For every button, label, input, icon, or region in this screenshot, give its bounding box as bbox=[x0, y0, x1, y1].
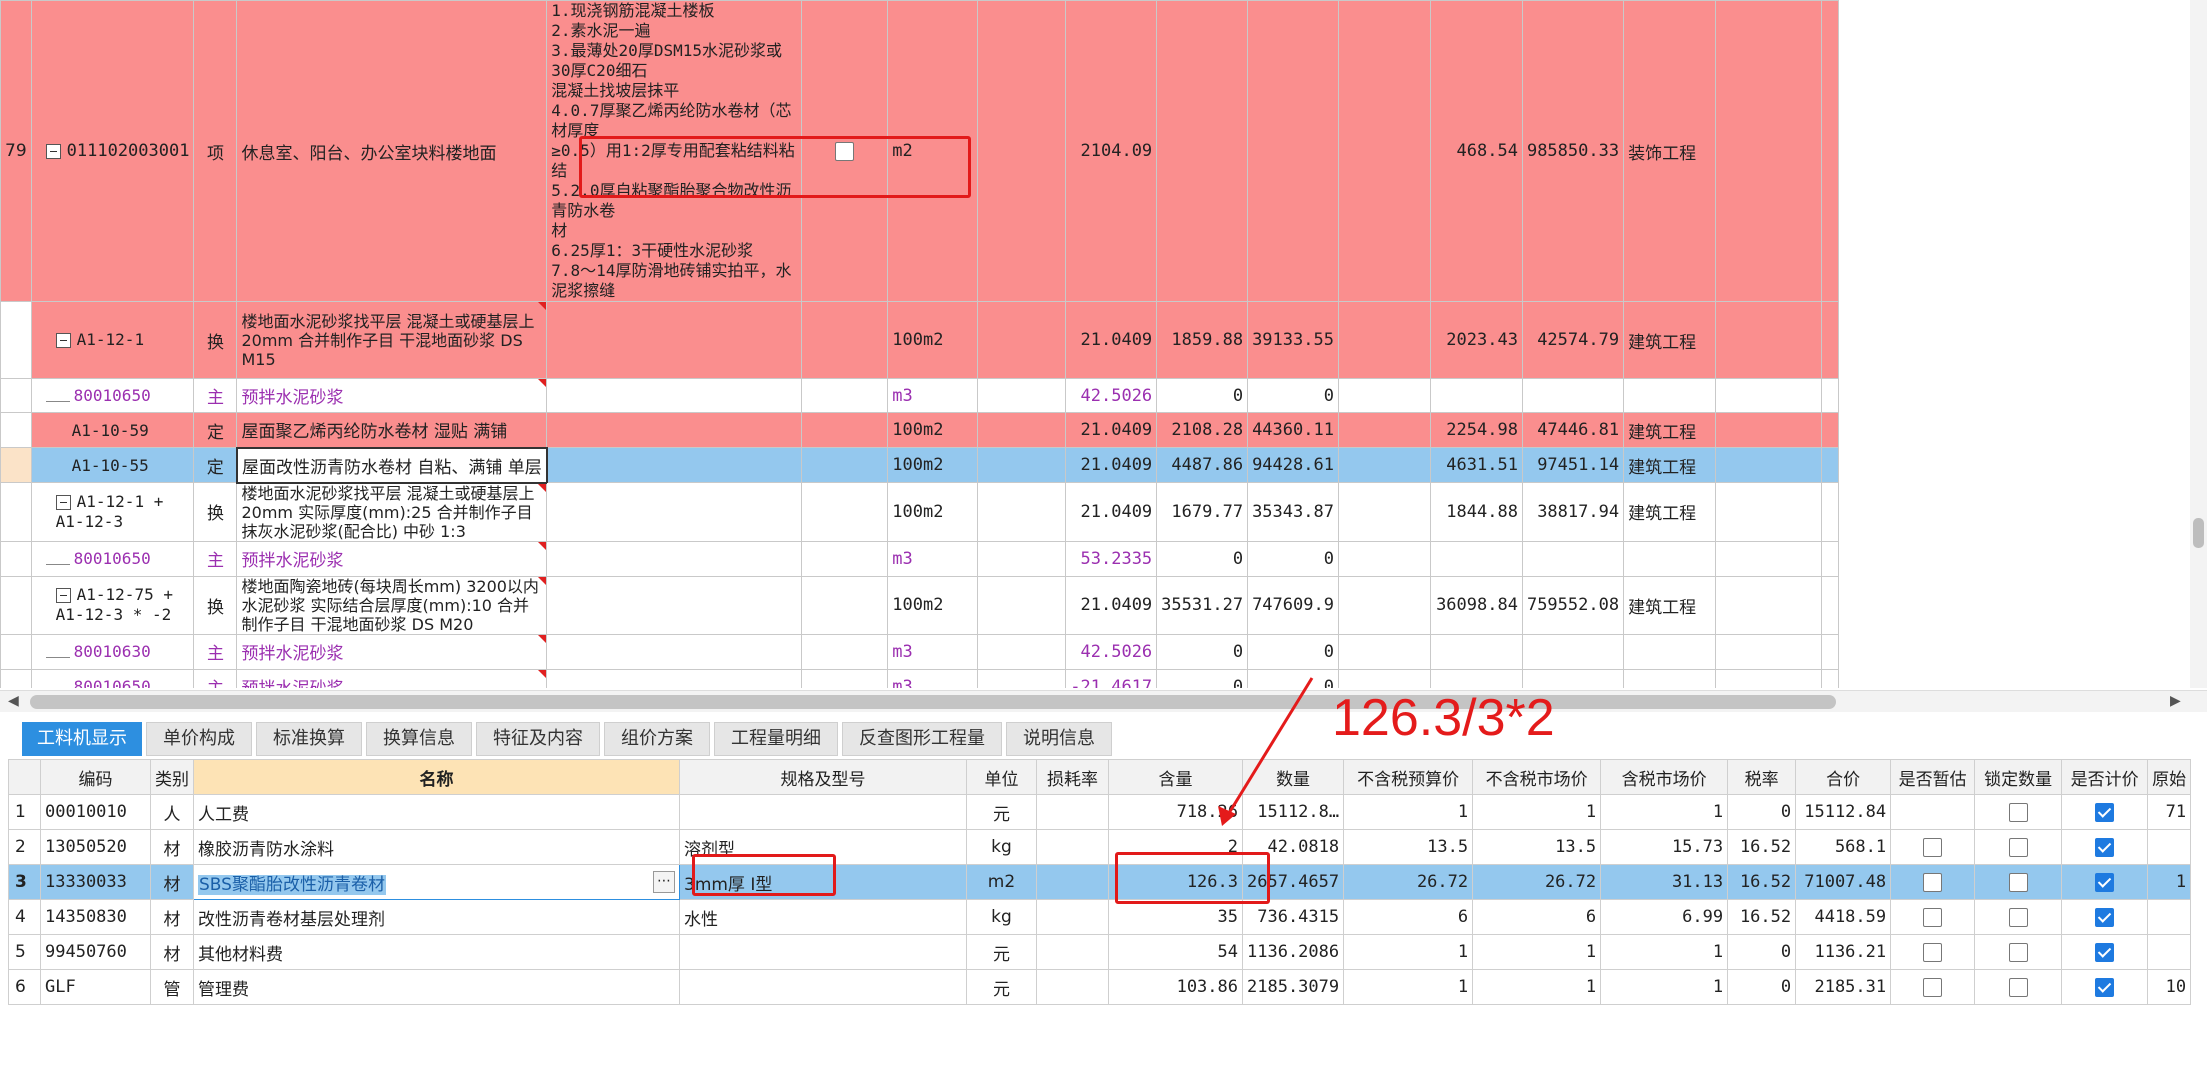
annotation-arrow bbox=[1218, 677, 1314, 826]
